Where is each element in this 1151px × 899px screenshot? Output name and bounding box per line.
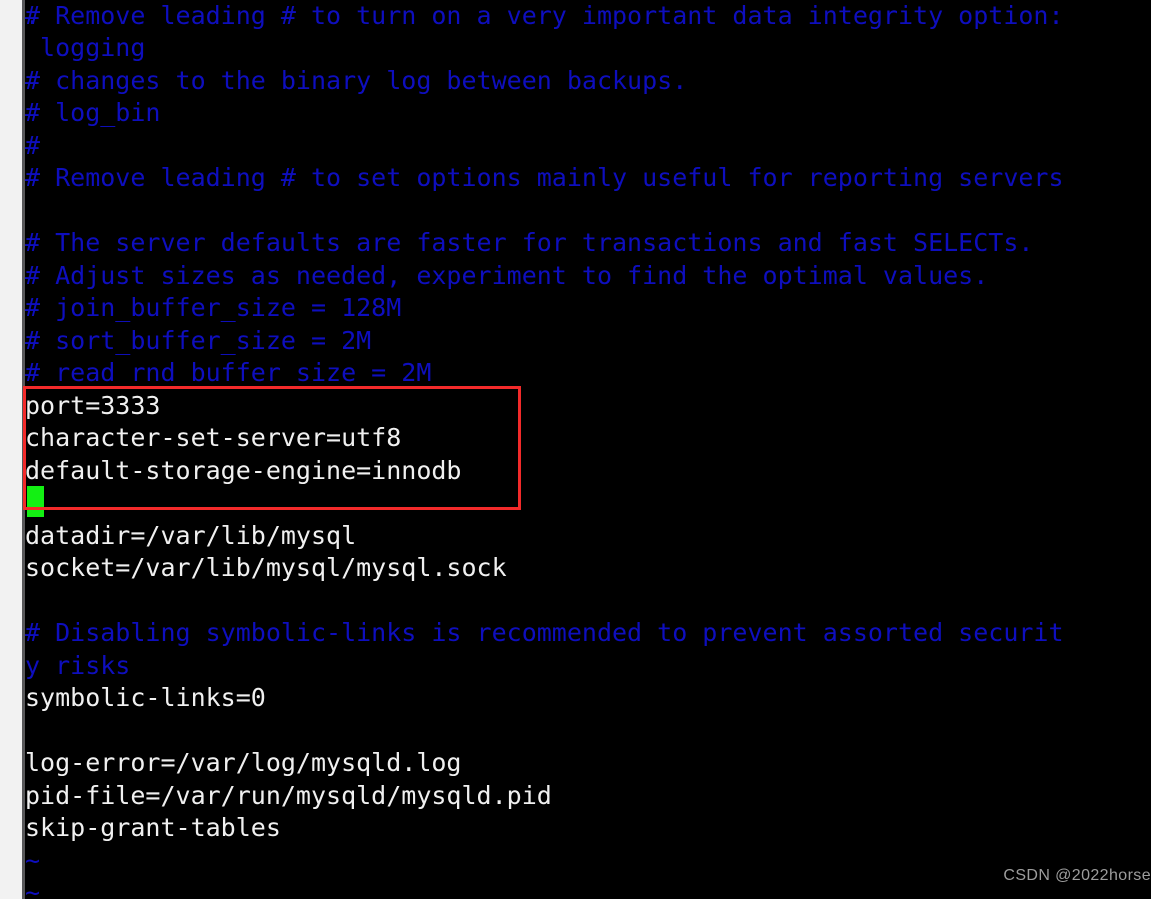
- editor-line-default-storage-engine: default-storage-engine=innodb: [25, 455, 462, 485]
- window-left-gutter: [0, 0, 22, 899]
- editor-line-pid-file: pid-file=/var/run/mysqld/mysqld.pid: [25, 780, 552, 810]
- editor-line: # sort_buffer_size = 2M: [25, 325, 372, 355]
- editor-line: # join_buffer_size = 128M: [25, 293, 402, 322]
- watermark-text: CSDN @2022horse: [1003, 867, 1151, 884]
- editor-line: # Adjust sizes as needed, experiment to …: [25, 260, 989, 290]
- editor-line: # log_bin: [25, 98, 161, 127]
- editor-line: #: [25, 130, 41, 160]
- editor-empty-line-marker: ~: [25, 878, 41, 899]
- editor-line: # Remove leading # to turn on a very imp…: [25, 1, 1064, 30]
- editor-line-skip-grant-tables: skip-grant-tables: [25, 813, 281, 842]
- editor-text-area[interactable]: # Remove leading # to turn on a very imp…: [25, 0, 1151, 899]
- editor-line: .: [25, 1, 41, 30]
- editor-line: # read_rnd_buffer_size = 2M: [25, 358, 432, 387]
- editor-line-datadir: datadir=/var/lib/mysql: [25, 520, 357, 550]
- editor-line-symbolic-links: symbolic-links=0: [25, 683, 266, 712]
- editor-line: # changes to the binary log between back…: [25, 65, 688, 95]
- editor-line: y risks: [25, 650, 131, 680]
- editor-line-socket: socket=/var/lib/mysql/mysql.sock: [25, 553, 507, 582]
- editor-line-character-set-server: character-set-server=utf8: [25, 423, 402, 452]
- editor-line-log-error: log-error=/var/log/mysqld.log: [25, 748, 462, 777]
- editor-empty-line-marker: ~: [25, 845, 41, 875]
- editor-line-port: port=3333: [25, 390, 161, 420]
- block-cursor: [27, 486, 44, 517]
- terminal-window: # Remove leading # to turn on a very imp…: [0, 0, 1151, 899]
- editor-line: # Remove leading # to set options mainly…: [25, 163, 1064, 192]
- editor-line: logging: [25, 33, 146, 62]
- editor-line: # The server defaults are faster for tra…: [25, 228, 1034, 257]
- editor-line: # Disabling symbolic-links is recommende…: [25, 618, 1064, 647]
